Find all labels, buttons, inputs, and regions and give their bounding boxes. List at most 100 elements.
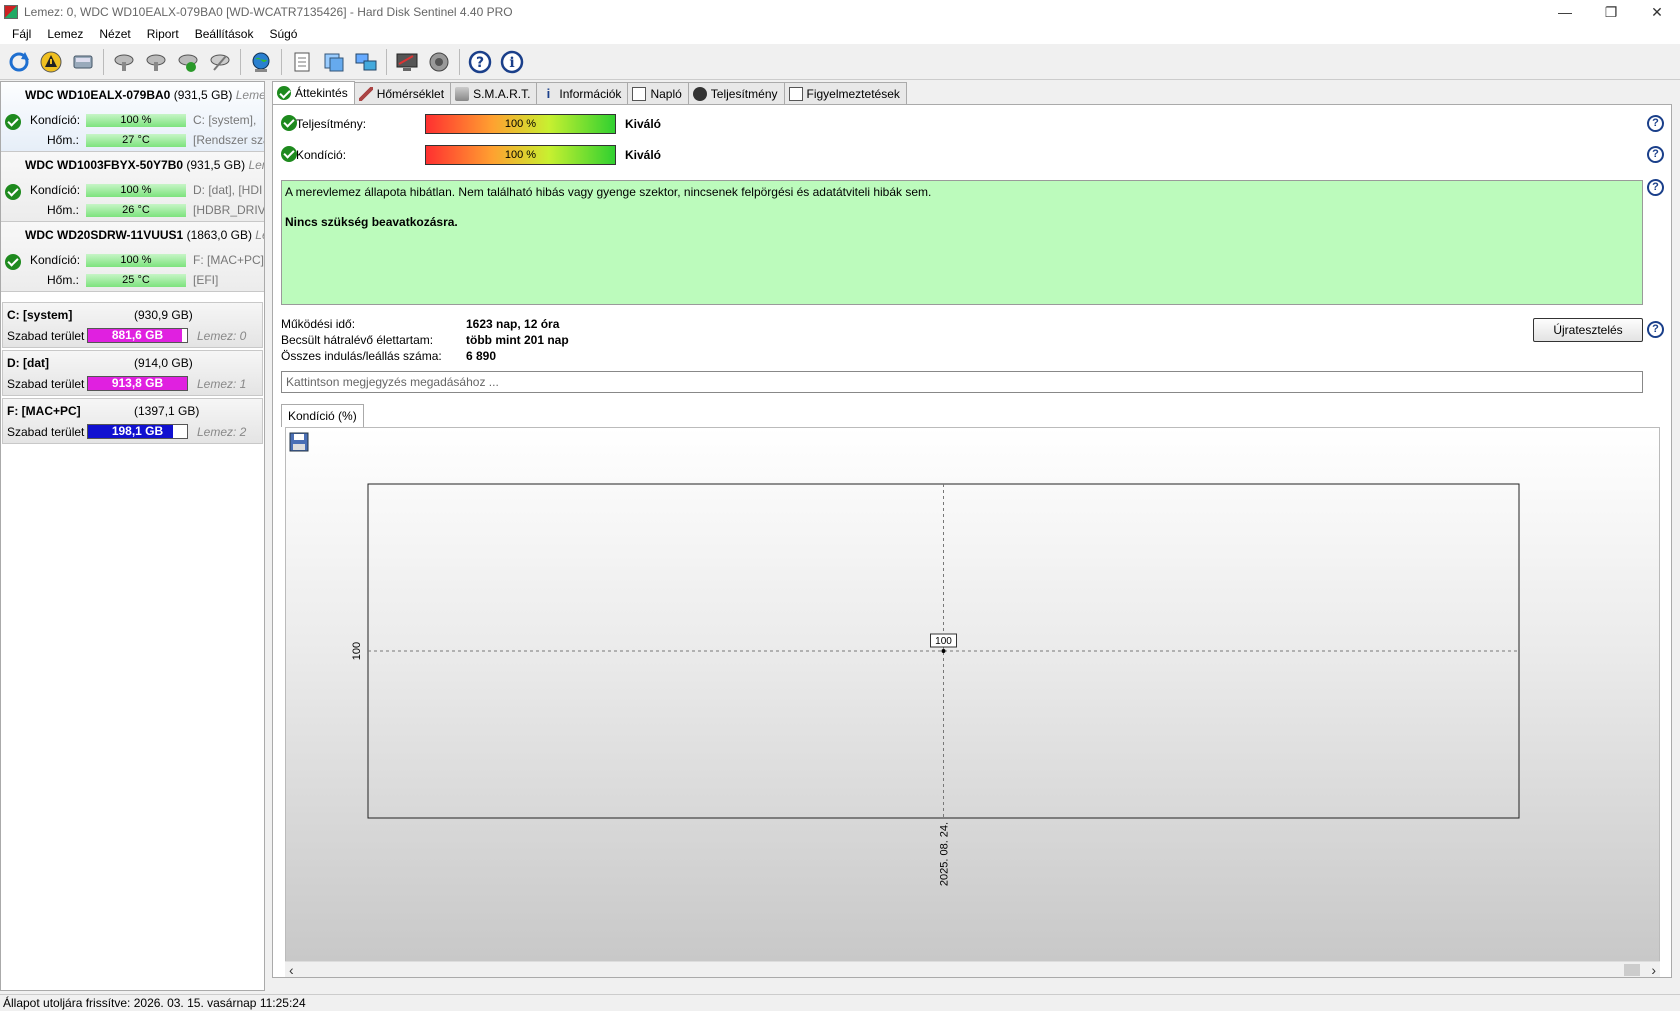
x-tick-label: 2025. 08. 24.	[939, 822, 951, 886]
volume-name: F: [MAC+PC]	[7, 404, 81, 418]
volume-disk: Lemez: 2	[197, 425, 247, 439]
check-icon	[277, 86, 291, 100]
tab-alerts[interactable]: Figyelmeztetések	[783, 82, 907, 104]
log-icon	[632, 86, 647, 101]
disk-name: WDC WD1003FBYX-50Y7B0 (931,5 GB) Lem	[25, 158, 264, 172]
scroll-thumb[interactable]	[1624, 964, 1640, 976]
globe-icon[interactable]	[246, 47, 276, 77]
volume-size: (914,0 GB)	[134, 356, 193, 370]
overview-panel: Teljesítmény: 100 % Kiváló ? Kondíció: 1…	[272, 104, 1672, 978]
disk-item-2[interactable]: WDC WD20SDRW-11VUUS1 (1863,0 GB) Le Kond…	[1, 222, 264, 292]
tab-performance[interactable]: Teljesítmény	[687, 82, 785, 104]
monitor-icon[interactable]	[392, 47, 422, 77]
free-space-label: Szabad terület	[7, 377, 85, 391]
network-icon[interactable]	[351, 47, 381, 77]
disk-name: WDC WD20SDRW-11VUUS1 (1863,0 GB) Le	[25, 228, 264, 242]
menu-bar: Fájl Lemez Nézet Riport Beállítások Súgó	[0, 24, 1680, 44]
volume-disk: Lemez: 1	[197, 377, 247, 391]
refresh-icon[interactable]	[4, 47, 34, 77]
close-button[interactable]: ✕	[1634, 0, 1680, 24]
toolbar-separator	[459, 48, 460, 75]
app-icon	[4, 5, 18, 19]
menu-file[interactable]: Fájl	[4, 27, 39, 41]
health-ok-icon	[281, 146, 297, 162]
disk-test2-icon[interactable]	[141, 47, 171, 77]
volume-size: (1397,1 GB)	[134, 404, 200, 418]
chart-scrollbar[interactable]: ‹ ›	[285, 961, 1660, 978]
help-icon[interactable]: ?	[1647, 115, 1664, 132]
starts-value: 6 890	[466, 349, 497, 363]
gauge-icon	[692, 86, 707, 101]
tab-bar: Áttekintés Hőmérséklet S.M.A.R.T. i Infor…	[272, 81, 907, 104]
volume-item-f[interactable]: F: [MAC+PC] (1397,1 GB) Szabad terület 1…	[2, 398, 263, 444]
volume-item-d[interactable]: D: [dat] (914,0 GB) Szabad terület 913,8…	[2, 350, 263, 396]
health-bar: 100 %	[86, 184, 186, 197]
free-space-bar: 881,6 GB	[87, 328, 188, 343]
toolbar-separator	[103, 48, 104, 75]
tab-overview[interactable]: Áttekintés	[272, 81, 355, 104]
data-point	[941, 649, 946, 653]
help-icon[interactable]: ?	[1647, 179, 1664, 196]
menu-report[interactable]: Riport	[139, 27, 187, 41]
disk-test-icon[interactable]	[109, 47, 139, 77]
chart-tab-health[interactable]: Kondíció (%)	[281, 404, 364, 427]
disk-extra: [HDBR_DRIVE	[193, 203, 265, 217]
starts-label: Összes indulás/leállás száma:	[281, 349, 442, 363]
volume-name: D: [dat]	[7, 356, 49, 370]
disk-check-icon[interactable]	[173, 47, 203, 77]
health-label: Kondíció:	[296, 148, 347, 162]
disk-volumes: D: [dat], [HDI	[193, 183, 263, 197]
disk-icon[interactable]	[68, 47, 98, 77]
help-icon[interactable]: ?	[1647, 146, 1664, 163]
health-bar: 100 %	[425, 145, 616, 165]
temp-bar: 26 °C	[86, 204, 186, 217]
disk-tool-icon[interactable]	[205, 47, 235, 77]
menu-settings[interactable]: Beállítások	[187, 27, 262, 41]
report-icon[interactable]	[287, 47, 317, 77]
svg-text:i: i	[509, 55, 514, 71]
speaker-icon[interactable]	[424, 47, 454, 77]
help-icon[interactable]: ?	[1647, 321, 1664, 338]
disk-volumes: F: [MAC+PC],	[193, 253, 265, 267]
y-tick-label: 100	[351, 642, 363, 660]
temp-bar: 27 °C	[86, 134, 186, 147]
toolbar-separator	[240, 48, 241, 75]
menu-disk[interactable]: Lemez	[39, 27, 91, 41]
tab-log[interactable]: Napló	[627, 82, 689, 104]
disk-item-0[interactable]: WDC WD10EALX-079BA0 (931,5 GB) Lemez: Ko…	[1, 82, 264, 152]
health-ok-icon	[5, 254, 21, 270]
performance-label: Teljesítmény:	[296, 117, 367, 131]
performance-ok-icon	[281, 115, 297, 131]
volume-item-c[interactable]: C: [system] (930,9 GB) Szabad terület 88…	[2, 302, 263, 348]
tab-information[interactable]: i Információk	[536, 82, 629, 104]
free-space-bar: 198,1 GB	[87, 424, 188, 439]
disk-item-1[interactable]: WDC WD1003FBYX-50Y7B0 (931,5 GB) Lem Kon…	[1, 152, 264, 222]
menu-view[interactable]: Nézet	[91, 27, 138, 41]
alert-icon[interactable]	[36, 47, 66, 77]
disk-extra: [EFI]	[193, 273, 219, 287]
health-label: Kondíció:	[30, 183, 81, 197]
transfer-icon[interactable]	[319, 47, 349, 77]
minimize-button[interactable]: —	[1542, 0, 1588, 24]
data-label: 100	[935, 636, 952, 647]
info-icon[interactable]: i	[497, 47, 527, 77]
lifetime-value: több mint 201 nap	[466, 333, 569, 347]
scroll-left-icon[interactable]: ‹	[289, 962, 294, 978]
menu-help[interactable]: Súgó	[261, 27, 305, 41]
tab-temperature[interactable]: Hőmérséklet	[353, 82, 452, 104]
volume-disk: Lemez: 0	[197, 329, 247, 343]
restore-button[interactable]: ❐	[1588, 0, 1634, 24]
disk-extra: [Rendszer szá	[193, 133, 265, 147]
help-icon[interactable]: ?	[465, 47, 495, 77]
disk-list-panel: WDC WD10EALX-079BA0 (931,5 GB) Lemez: Ko…	[0, 81, 265, 991]
tab-smart[interactable]: S.M.A.R.T.	[450, 82, 538, 104]
note-input[interactable]: Kattintson megjegyzés megadásához ...	[281, 371, 1643, 393]
toolbar-separator	[386, 48, 387, 75]
temp-label: Hőm.:	[47, 133, 80, 147]
retest-button[interactable]: Újratesztelés	[1533, 318, 1643, 342]
performance-rating: Kiváló	[625, 117, 662, 131]
toolbar: ? i	[0, 44, 1680, 80]
health-ok-icon	[5, 114, 21, 130]
performance-bar: 100 %	[425, 114, 616, 134]
scroll-right-icon[interactable]: ›	[1651, 962, 1656, 978]
